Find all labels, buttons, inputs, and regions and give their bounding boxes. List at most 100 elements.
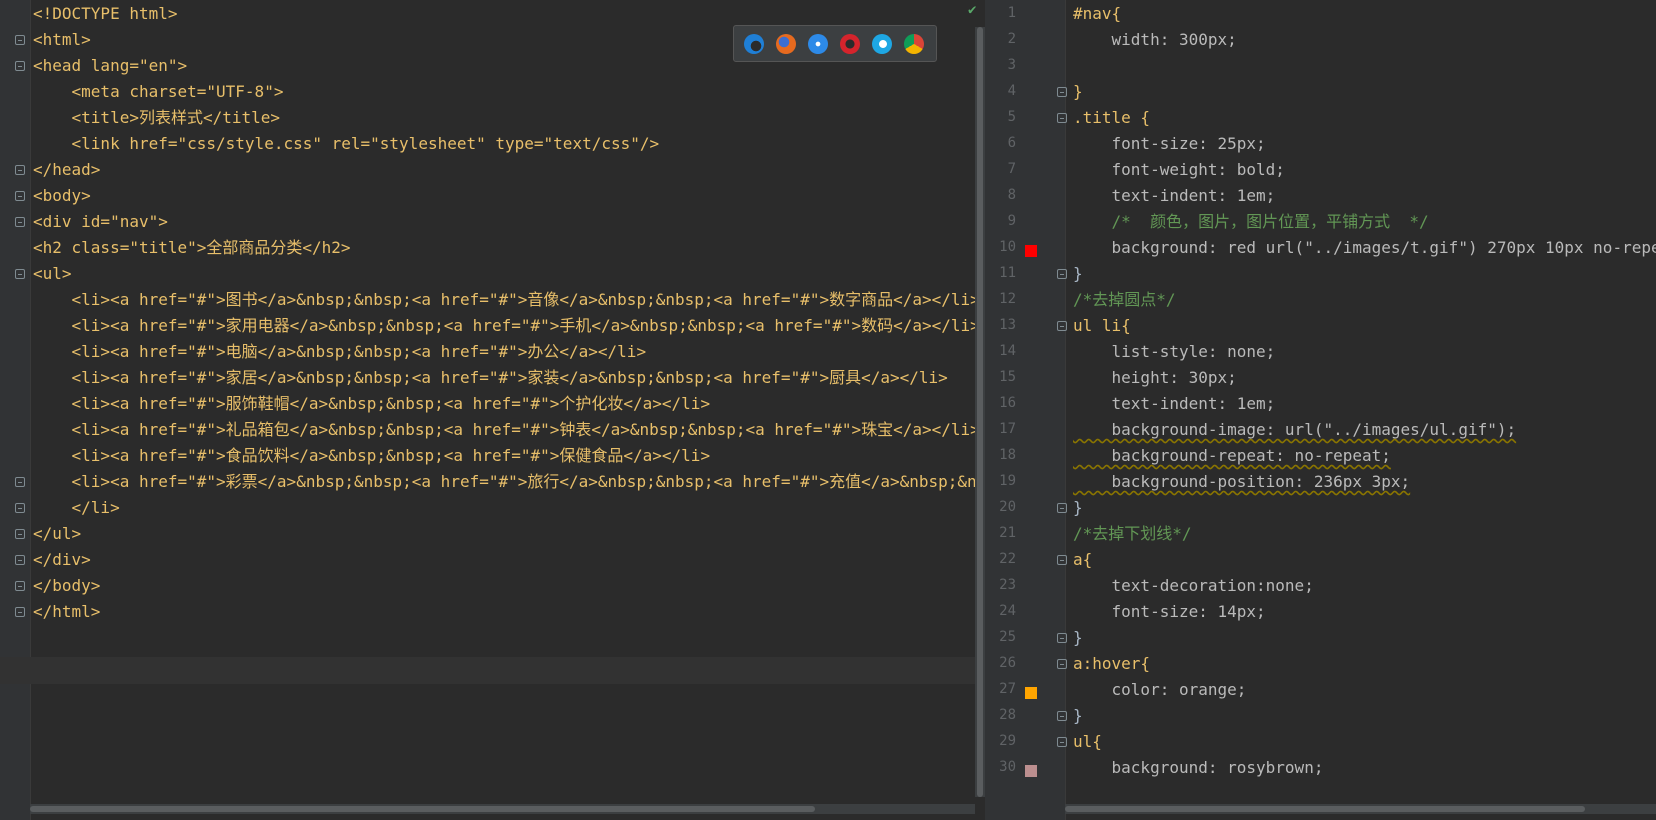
- fold-icon[interactable]: [1057, 87, 1067, 97]
- fold-icon[interactable]: [15, 165, 25, 175]
- code-line[interactable]: </li>: [33, 494, 120, 521]
- fold-icon[interactable]: [15, 191, 25, 201]
- code-line[interactable]: </div>: [33, 546, 91, 573]
- code-line[interactable]: font-weight: bold;: [1073, 156, 1285, 183]
- code-line[interactable]: ul{: [1073, 728, 1102, 755]
- code-line[interactable]: /*去掉圆点*/: [1073, 286, 1176, 313]
- code-line[interactable]: }: [1073, 494, 1083, 521]
- html-editor-pane[interactable]: <!DOCTYPE html> <html> <head lang="en"> …: [0, 0, 985, 820]
- code-line[interactable]: #nav{: [1073, 0, 1121, 27]
- code-line[interactable]: ul li{: [1073, 312, 1131, 339]
- chrome-icon[interactable]: [904, 34, 924, 54]
- html-editor-hscroll[interactable]: [30, 804, 975, 814]
- color-swatch-orange[interactable]: [1025, 687, 1037, 699]
- fold-icon[interactable]: [1057, 113, 1067, 123]
- code-line[interactable]: }: [1073, 78, 1083, 105]
- code-line[interactable]: color: orange;: [1073, 676, 1247, 703]
- ie-icon[interactable]: [872, 34, 892, 54]
- code-line[interactable]: background-repeat: no-repeat;: [1073, 442, 1391, 469]
- code-line[interactable]: text-decoration:none;: [1073, 572, 1314, 599]
- line-number: 27: [999, 681, 1016, 697]
- code-line[interactable]: <!DOCTYPE html>: [33, 0, 178, 27]
- fold-icon[interactable]: [15, 477, 25, 487]
- code-line[interactable]: <div id="nav">: [33, 208, 168, 235]
- code-line[interactable]: <h2 class="title">全部商品分类</h2>: [33, 234, 351, 261]
- color-swatch-rosybrown[interactable]: [1025, 765, 1037, 777]
- code-line[interactable]: <li><a href="#">家用电器</a>&nbsp;&nbsp;<a h…: [33, 312, 980, 339]
- code-line[interactable]: <li><a href="#">图书</a>&nbsp;&nbsp;<a hre…: [33, 286, 980, 313]
- firefox-icon[interactable]: [776, 34, 796, 54]
- line-number: 4: [1007, 83, 1016, 99]
- fold-icon[interactable]: [15, 555, 25, 565]
- html-editor-gutter: [0, 0, 31, 820]
- code-line[interactable]: /*去掉下划线*/: [1073, 520, 1192, 547]
- code-line[interactable]: /* 颜色，图片，图片位置，平铺方式 */: [1073, 208, 1429, 235]
- fold-icon[interactable]: [1057, 503, 1067, 513]
- fold-icon[interactable]: [1057, 633, 1067, 643]
- edge-icon[interactable]: [744, 34, 764, 54]
- code-line[interactable]: font-size: 25px;: [1073, 130, 1266, 157]
- code-line[interactable]: }: [1073, 702, 1083, 729]
- code-line[interactable]: width: 300px;: [1073, 26, 1237, 53]
- code-line[interactable]: <li><a href="#">食品饮料</a>&nbsp;&nbsp;<a h…: [33, 442, 711, 469]
- code-line[interactable]: .title {: [1073, 104, 1150, 131]
- code-line[interactable]: background: red url("../images/t.gif") 2…: [1073, 234, 1656, 261]
- color-swatch-red[interactable]: [1025, 245, 1037, 257]
- code-line[interactable]: <head lang="en">: [33, 52, 187, 79]
- safari-icon[interactable]: [808, 34, 828, 54]
- code-line[interactable]: <li><a href="#">家居</a>&nbsp;&nbsp;<a hre…: [33, 364, 948, 391]
- code-line[interactable]: <body>: [33, 182, 91, 209]
- fold-icon[interactable]: [15, 217, 25, 227]
- code-line[interactable]: }: [1073, 624, 1083, 651]
- fold-icon[interactable]: [1057, 269, 1067, 279]
- line-number: 5: [1007, 109, 1016, 125]
- code-line[interactable]: <li><a href="#">礼品箱包</a>&nbsp;&nbsp;<a h…: [33, 416, 980, 443]
- fold-icon[interactable]: [15, 581, 25, 591]
- code-line[interactable]: font-size: 14px;: [1073, 598, 1266, 625]
- code-line[interactable]: <title>列表样式</title>: [33, 104, 281, 131]
- code-line[interactable]: height: 30px;: [1073, 364, 1237, 391]
- code-line[interactable]: text-indent: 1em;: [1073, 182, 1276, 209]
- code-line[interactable]: text-indent: 1em;: [1073, 390, 1276, 417]
- code-line[interactable]: </ul>: [33, 520, 81, 547]
- scroll-thumb[interactable]: [1065, 806, 1585, 812]
- html-editor-vscroll[interactable]: [975, 27, 985, 797]
- fold-icon[interactable]: [15, 607, 25, 617]
- fold-icon[interactable]: [1057, 321, 1067, 331]
- code-line[interactable]: </body>: [33, 572, 100, 599]
- code-line[interactable]: <meta charset="UTF-8">: [33, 78, 284, 105]
- fold-icon[interactable]: [15, 529, 25, 539]
- code-line[interactable]: <html>: [33, 26, 91, 53]
- fold-icon[interactable]: [1057, 555, 1067, 565]
- code-line[interactable]: <li><a href="#">彩票</a>&nbsp;&nbsp;<a hre…: [33, 468, 985, 495]
- code-line[interactable]: background: rosybrown;: [1073, 754, 1324, 781]
- code-line[interactable]: <li><a href="#">服饰鞋帽</a>&nbsp;&nbsp;<a h…: [33, 390, 711, 417]
- code-line[interactable]: <link href="css/style.css" rel="styleshe…: [33, 130, 660, 157]
- fold-icon[interactable]: [1057, 659, 1067, 669]
- fold-icon[interactable]: [15, 503, 25, 513]
- current-line-highlight: [0, 657, 975, 684]
- opera-icon[interactable]: [840, 34, 860, 54]
- code-line[interactable]: <ul>: [33, 260, 72, 287]
- line-number: 8: [1007, 187, 1016, 203]
- code-line[interactable]: background-image: url("../images/ul.gif"…: [1073, 416, 1517, 443]
- fold-icon[interactable]: [1057, 737, 1067, 747]
- fold-icon[interactable]: [1057, 711, 1067, 721]
- fold-icon[interactable]: [15, 269, 25, 279]
- fold-icon[interactable]: [15, 35, 25, 45]
- code-line[interactable]: }: [1073, 260, 1083, 287]
- code-line[interactable]: </html>: [33, 598, 100, 625]
- scroll-thumb[interactable]: [977, 27, 983, 797]
- code-line[interactable]: a{: [1073, 546, 1092, 573]
- code-line[interactable]: <li><a href="#">电脑</a>&nbsp;&nbsp;<a hre…: [33, 338, 647, 365]
- fold-icon[interactable]: [15, 61, 25, 71]
- line-number: 21: [999, 525, 1016, 541]
- code-line[interactable]: background-position: 236px 3px;: [1073, 468, 1411, 495]
- line-number: 17: [999, 421, 1016, 437]
- code-line[interactable]: </head>: [33, 156, 100, 183]
- css-editor-hscroll[interactable]: [1065, 804, 1656, 814]
- code-line[interactable]: a:hover{: [1073, 650, 1150, 677]
- code-line[interactable]: list-style: none;: [1073, 338, 1276, 365]
- line-number: 10: [999, 239, 1016, 255]
- scroll-thumb[interactable]: [30, 806, 815, 812]
